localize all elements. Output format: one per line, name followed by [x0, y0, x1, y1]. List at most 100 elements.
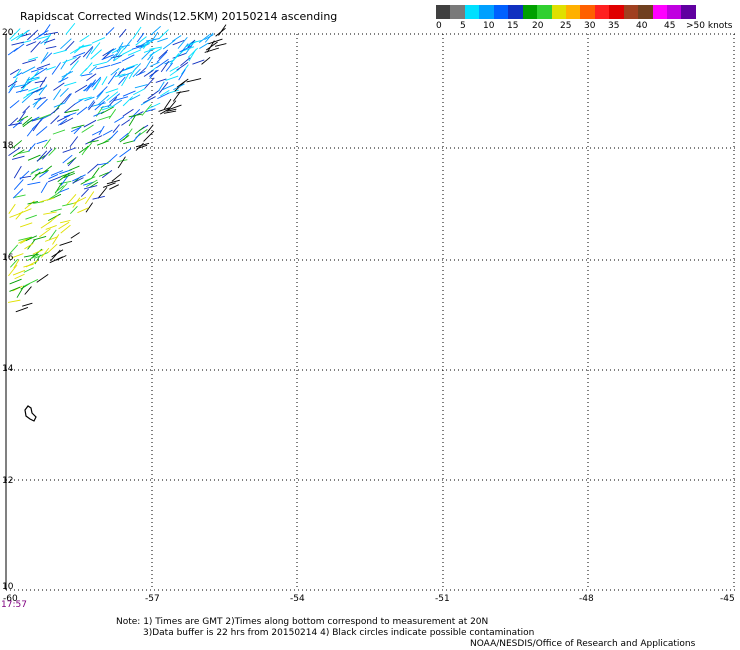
wind-barb — [160, 60, 170, 73]
wind-barb — [81, 124, 94, 133]
wind-barb — [43, 138, 51, 148]
wind-barb — [122, 90, 136, 97]
wind-barb — [158, 49, 169, 59]
wind-barb — [144, 77, 155, 89]
wind-barb — [111, 173, 122, 182]
colorbar-label: >50 knots — [686, 21, 733, 31]
wind-barb — [51, 62, 61, 75]
wind-barb — [83, 185, 98, 190]
wind-barb — [30, 168, 39, 175]
wind-barb — [40, 182, 48, 194]
wind-barb — [23, 267, 34, 273]
wind-barb — [106, 48, 117, 55]
colorbar-label: 15 — [507, 21, 519, 31]
wind-barb — [43, 211, 57, 215]
wind-barb — [214, 43, 227, 47]
wind-barb — [22, 105, 30, 114]
wind-barb — [53, 82, 65, 91]
wind-barb — [27, 181, 41, 186]
wind-barb — [12, 269, 26, 276]
colorbar-swatch — [638, 5, 653, 19]
wind-barb — [102, 129, 113, 136]
wind-barb — [92, 195, 105, 200]
wind-barb — [17, 115, 29, 123]
wind-barb — [59, 240, 73, 246]
wind-barb — [25, 214, 37, 220]
colorbar-swatch — [623, 5, 639, 19]
wind-barb — [18, 208, 32, 215]
wind-barb — [163, 110, 177, 114]
wind-barb — [176, 90, 190, 94]
note-line-3: NOAA/NESDIS/Office of Research and Appli… — [470, 639, 696, 649]
wind-barb — [58, 180, 72, 185]
wind-barb — [117, 156, 126, 169]
wind-barb — [105, 88, 119, 94]
wind-barb — [171, 50, 184, 62]
wind-barb — [150, 26, 161, 36]
wind-barb — [36, 274, 49, 283]
wind-barb — [36, 139, 48, 145]
colorbar-swatch — [609, 5, 624, 19]
wind-barb — [28, 143, 36, 152]
wind-barb — [76, 106, 88, 116]
wind-barb — [96, 90, 104, 100]
lon-label-54: -54 — [290, 594, 305, 604]
wind-barb — [52, 234, 60, 245]
wind-barb — [24, 279, 39, 287]
wind-barb — [96, 140, 110, 146]
colorbar-swatch — [580, 5, 595, 19]
wind-barb — [28, 56, 39, 61]
wind-barb — [178, 69, 186, 81]
wind-barb — [71, 124, 85, 129]
wind-barb — [84, 176, 96, 182]
wind-barb — [98, 125, 105, 136]
wind-barb — [74, 84, 88, 93]
wind-map — [5, 22, 736, 591]
wind-barb — [86, 79, 97, 92]
wind-barb — [26, 41, 37, 47]
wind-barb — [149, 61, 160, 67]
wind-barb — [69, 136, 79, 148]
wind-barb — [119, 148, 132, 158]
map-grid — [6, 33, 736, 591]
colorbar-swatch — [522, 5, 538, 19]
colorbar-labels: 0 5 10 15 20 25 30 35 40 45 >50 knots — [436, 21, 736, 35]
wind-barb — [53, 88, 62, 101]
wind-barb — [139, 43, 150, 49]
wind-barb — [60, 93, 71, 105]
note-line-2: 3)Data buffer is 22 hrs from 20150214 4)… — [143, 628, 535, 638]
colorbar-label: 20 — [532, 21, 544, 31]
lon-label-48: -48 — [579, 594, 594, 604]
wind-barb — [112, 124, 120, 133]
wind-barb — [70, 46, 82, 55]
wind-barb — [110, 61, 122, 66]
colorbar-swatch — [652, 5, 667, 19]
wind-barb — [12, 140, 23, 149]
wind-barb — [23, 263, 34, 268]
wind-barb — [87, 163, 99, 174]
lat-label-20: 20 — [2, 28, 14, 38]
wind-barb — [80, 188, 89, 197]
wind-barb — [39, 197, 55, 203]
wind-barb — [64, 40, 75, 52]
wind-barb — [92, 61, 108, 67]
wind-barb — [121, 54, 135, 62]
colorbar-swatch — [436, 5, 451, 19]
colorbar-label: 45 — [664, 21, 676, 31]
wind-barb — [128, 113, 143, 118]
island-outline — [24, 405, 37, 422]
lon-label-51: -51 — [435, 594, 450, 604]
wind-barb — [108, 153, 118, 163]
wind-barb — [121, 119, 131, 126]
wind-barb — [88, 65, 97, 74]
colorbar-label: 40 — [636, 21, 648, 31]
wind-barb — [32, 120, 41, 132]
wind-barb — [102, 48, 115, 57]
wind-barb — [38, 228, 51, 238]
colorbar-swatch — [537, 5, 552, 19]
colorbar-swatch — [681, 5, 696, 19]
wind-barb — [70, 60, 79, 71]
colorbar-label: 0 — [436, 21, 442, 31]
colorbar-label: 35 — [608, 21, 620, 31]
wind-barb — [12, 155, 25, 160]
